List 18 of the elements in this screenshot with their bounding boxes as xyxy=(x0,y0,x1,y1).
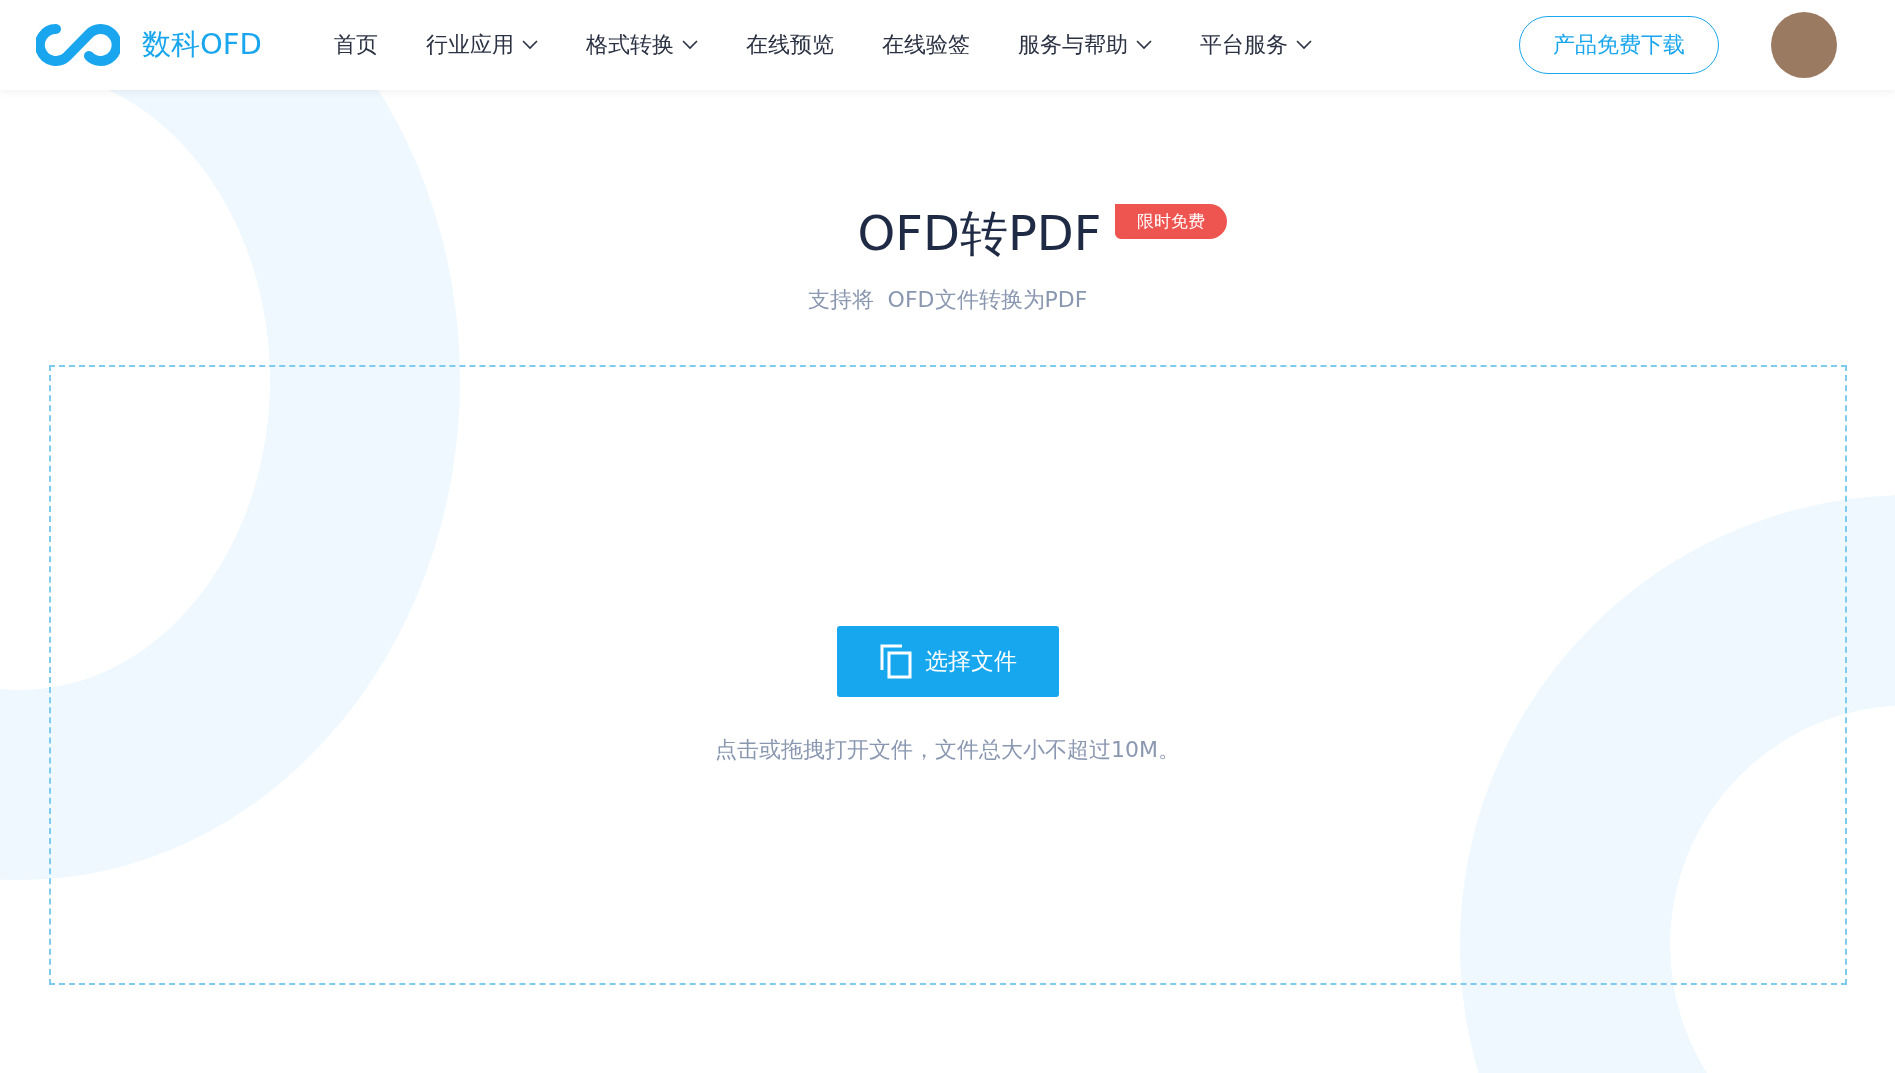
page-subtitle: 支持将 OFD文件转换为PDF xyxy=(807,286,1088,314)
page-title: OFD转PDF xyxy=(857,205,1102,261)
infinity-logo-icon xyxy=(36,23,120,67)
nav-menu-item[interactable]: 行业应用 xyxy=(401,30,562,60)
chevron-down-icon xyxy=(521,40,538,50)
free-badge: 限时免费 xyxy=(1115,204,1228,239)
chevron-down-icon xyxy=(681,40,698,50)
chevron-down-icon xyxy=(1295,40,1312,50)
nav-menu-item[interactable]: 在线验签 xyxy=(857,30,994,60)
upload-hint: 点击或拖拽打开文件，文件总大小不超过10M。 xyxy=(715,735,1180,764)
copy-icon xyxy=(878,643,913,679)
nav-menu-item[interactable]: 服务与帮助 xyxy=(993,30,1176,60)
nav-menu-item[interactable]: 格式转换 xyxy=(561,30,722,60)
nav-menu-item[interactable]: 平台服务 xyxy=(1175,30,1336,60)
chevron-down-icon xyxy=(1135,40,1152,50)
brand-name: 数科OFD xyxy=(142,26,262,63)
nav-menu-item[interactable]: 在线预览 xyxy=(721,30,858,60)
nav-menu-item[interactable]: 首页 xyxy=(333,30,402,60)
